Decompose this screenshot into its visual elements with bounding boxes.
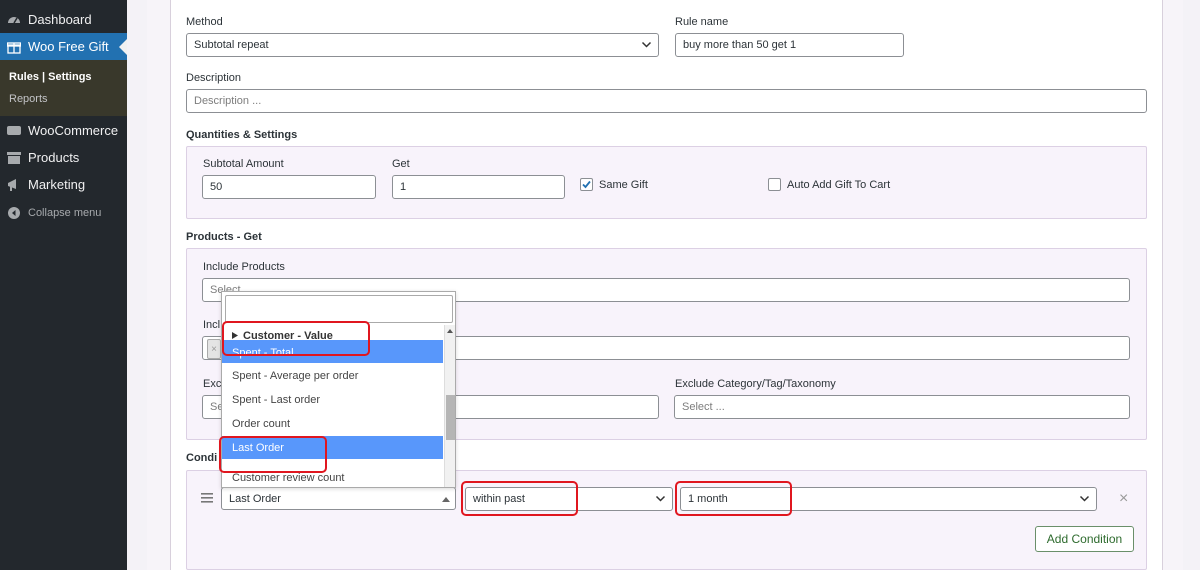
description-placeholder: Description ... (194, 95, 262, 107)
chevron-down-icon (641, 41, 652, 48)
description-label: Description (186, 72, 242, 84)
get-quantity-value: 1 (400, 181, 407, 193)
add-condition-button[interactable]: Add Condition (1035, 526, 1134, 552)
menu-label-woocommerce: WooCommerce (28, 123, 119, 138)
caret-up-icon (442, 497, 450, 502)
rule-name-value: buy more than 50 get 1 (683, 39, 797, 51)
description-input[interactable]: Description ... (186, 89, 1147, 113)
right-gutter (1183, 0, 1200, 570)
menu-item-marketing[interactable]: Marketing (0, 171, 127, 198)
remove-condition-icon[interactable]: × (1119, 490, 1128, 508)
archive-icon (7, 151, 21, 165)
checkmark-icon (582, 180, 591, 189)
callout-last-order-highlight (219, 436, 327, 473)
same-gift-checkbox[interactable] (580, 178, 593, 191)
megaphone-icon (7, 178, 21, 192)
subtotal-amount-label: Subtotal Amount (203, 158, 284, 170)
submenu-reports[interactable]: Reports (9, 93, 48, 105)
menu-item-dashboard[interactable]: Dashboard (0, 6, 127, 33)
dropdown-option[interactable]: Spent - Last order (222, 388, 443, 411)
rule-name-input[interactable]: buy more than 50 get 1 (675, 33, 904, 57)
same-gift-label: Same Gift (599, 179, 648, 191)
conditions-section-title: Condi (186, 452, 218, 464)
collapse-icon (7, 206, 21, 220)
exclude-category-select[interactable]: Select ... (674, 395, 1130, 419)
submenu-rules-settings[interactable]: Rules | Settings (9, 71, 92, 83)
chevron-down-icon (1079, 495, 1090, 502)
get-quantity-input[interactable]: 1 (392, 175, 565, 199)
method-label: Method (186, 16, 223, 28)
dropdown-option[interactable]: Spent - Average per order (222, 364, 443, 387)
menu-label-marketing: Marketing (28, 177, 86, 192)
gift-icon (7, 40, 21, 54)
condition-field-value: Last Order (229, 492, 281, 505)
include-category-label: Incl (203, 319, 221, 331)
menu-label-collapse: Collapse menu (28, 206, 102, 219)
dropdown-scrollbar[interactable] (444, 325, 455, 487)
auto-add-gift-checkbox[interactable] (768, 178, 781, 191)
add-condition-label: Add Condition (1046, 532, 1123, 546)
selected-tag-remove[interactable]: × (207, 339, 221, 359)
scroll-up-icon[interactable] (447, 329, 453, 333)
method-select-value: Subtotal repeat (194, 39, 269, 51)
menu-item-products[interactable]: Products (0, 144, 127, 171)
drag-handle-icon[interactable] (201, 493, 213, 503)
scrollbar-thumb[interactable] (446, 395, 455, 440)
products-get-section-title: Products - Get (186, 231, 262, 243)
menu-label-dashboard: Dashboard (28, 12, 92, 27)
method-select[interactable]: Subtotal repeat (186, 33, 659, 57)
auto-add-gift-label: Auto Add Gift To Cart (787, 179, 891, 191)
subtotal-amount-value: 50 (210, 181, 223, 193)
submenu: Rules | Settings Reports (0, 60, 127, 116)
dropdown-option-label: Spent - Last order (232, 393, 321, 406)
exclude-products-label: Exc (203, 378, 222, 390)
dropdown-search-input[interactable] (225, 295, 453, 323)
dropdown-option-label: Customer review count (232, 472, 345, 484)
quantities-section-title: Quantities & Settings (186, 129, 298, 141)
subtotal-amount-input[interactable]: 50 (202, 175, 376, 199)
content-gutter (127, 0, 147, 570)
callout-period-highlight (675, 481, 792, 516)
menu-item-woo-free-gift[interactable]: Woo Free Gift (0, 33, 127, 60)
dashboard-icon (7, 13, 21, 27)
menu-label-woo-free-gift: Woo Free Gift (28, 39, 109, 54)
woo-icon (7, 124, 21, 138)
callout-operator-highlight (461, 481, 578, 516)
menu-item-woocommerce[interactable]: WooCommerce (0, 117, 127, 144)
dropdown-option[interactable]: Order count (222, 412, 443, 435)
exclude-category-label: Exclude Category/Tag/Taxonomy (675, 378, 836, 390)
get-label: Get (392, 158, 410, 170)
condition-field-select[interactable]: Last Order (221, 487, 456, 510)
chevron-down-icon (655, 495, 666, 502)
include-products-label: Include Products (203, 261, 285, 273)
dropdown-option-label: Order count (232, 417, 291, 430)
exclude-category-placeholder: Select ... (682, 401, 725, 413)
tag-remove-icon: × (211, 343, 217, 355)
menu-label-products: Products (28, 150, 80, 165)
admin-sidebar: Dashboard Woo Free Gift Rules | Settings… (0, 0, 127, 570)
menu-item-collapse[interactable]: Collapse menu (0, 199, 127, 226)
dropdown-option-label: Spent - Average per order (232, 369, 359, 382)
rule-name-label: Rule name (675, 16, 729, 28)
callout-group-highlight (222, 321, 370, 356)
